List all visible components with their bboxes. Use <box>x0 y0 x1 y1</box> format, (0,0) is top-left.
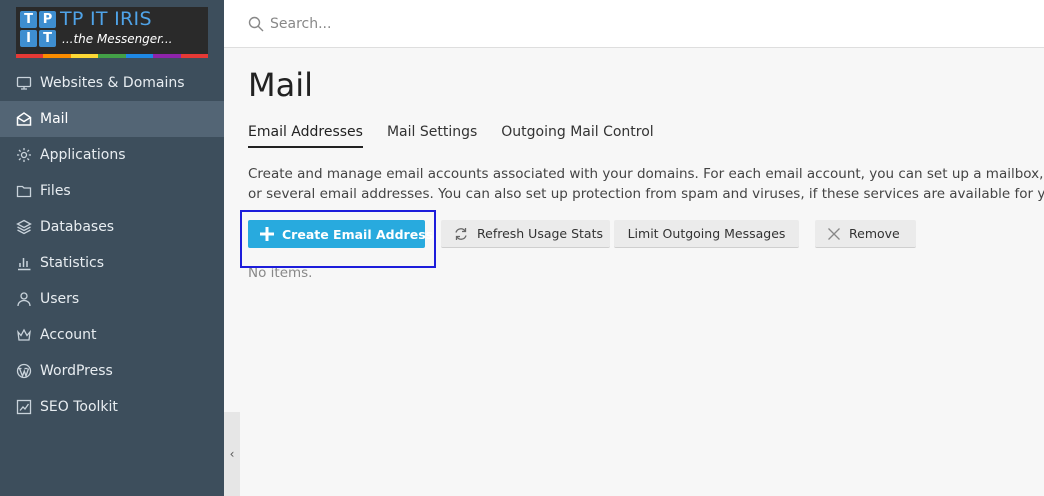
search-input[interactable] <box>270 12 670 36</box>
rainbow-segment <box>16 54 44 58</box>
rainbow-segment <box>70 54 99 58</box>
sidebar-item-websites-domains[interactable]: Websites & Domains <box>0 65 224 101</box>
brand-logo[interactable]: T P I T TP IT IRIS ...the Messenger... <box>16 7 208 58</box>
sidebar-collapse-handle[interactable]: ‹ <box>224 412 240 496</box>
folder-icon <box>16 183 32 199</box>
sidebar-item-seo-toolkit[interactable]: SEO Toolkit <box>0 389 224 425</box>
mail-icon <box>16 111 32 127</box>
rainbow-segment <box>153 54 181 58</box>
layers-icon <box>16 219 32 235</box>
sidebar-item-wordpress[interactable]: WordPress <box>0 353 224 389</box>
button-label: Create Email Address <box>282 226 434 242</box>
search-icon <box>248 16 264 32</box>
sidebar-item-label: Websites & Domains <box>40 75 185 91</box>
tab-bar: Email Addresses Mail Settings Outgoing M… <box>248 124 678 148</box>
rainbow-segment <box>98 54 126 58</box>
logo-rainbow-stripe <box>16 54 208 58</box>
refresh-icon <box>453 226 469 242</box>
rainbow-segment <box>180 54 208 58</box>
description-line: or several email addresses. You can also… <box>248 186 1044 202</box>
sidebar-item-databases[interactable]: Databases <box>0 209 224 245</box>
page-title: Mail <box>248 66 313 104</box>
sidebar-item-applications[interactable]: Applications <box>0 137 224 173</box>
button-label: Limit Outgoing Messages <box>627 226 786 241</box>
crown-icon <box>16 327 32 343</box>
logo-subtitle: ...the Messenger... <box>62 32 173 46</box>
sidebar-item-label: SEO Toolkit <box>40 399 118 415</box>
logo-letter: P <box>39 11 56 28</box>
user-icon <box>16 291 32 307</box>
sidebar: T P I T TP IT IRIS ...the Messenger... W… <box>0 0 224 496</box>
remove-button[interactable]: Remove <box>815 220 916 248</box>
top-header <box>224 0 1044 48</box>
close-icon <box>827 227 841 241</box>
bar-chart-icon <box>16 255 32 271</box>
rainbow-segment <box>43 54 71 58</box>
sidebar-item-account[interactable]: Account <box>0 317 224 353</box>
rainbow-segment <box>125 54 154 58</box>
sidebar-nav: Websites & Domains Mail Applications Fil… <box>0 65 224 425</box>
logo-mark: T P I T <box>20 11 56 47</box>
sidebar-item-label: WordPress <box>40 363 113 379</box>
sidebar-item-files[interactable]: Files <box>0 173 224 209</box>
sidebar-item-users[interactable]: Users <box>0 281 224 317</box>
sidebar-item-label: Mail <box>40 111 69 127</box>
logo-title: TP IT IRIS <box>60 8 152 30</box>
limit-outgoing-messages-button[interactable]: Limit Outgoing Messages <box>614 220 799 248</box>
sidebar-item-statistics[interactable]: Statistics <box>0 245 224 281</box>
tab-outgoing-mail-control[interactable]: Outgoing Mail Control <box>501 124 653 148</box>
button-label: Remove <box>849 226 900 241</box>
logo-letter: T <box>20 11 37 28</box>
description-line: Create and manage email accounts associa… <box>248 166 1044 182</box>
sidebar-item-label: Applications <box>40 147 126 163</box>
monitor-icon <box>16 75 32 91</box>
sidebar-item-label: Databases <box>40 219 115 235</box>
tab-mail-settings[interactable]: Mail Settings <box>387 124 477 148</box>
sidebar-item-label: Files <box>40 183 71 199</box>
logo-letter: T <box>39 30 56 47</box>
toolbar: Create Email Address Refresh Usage Stats… <box>248 220 948 248</box>
sidebar-item-label: Statistics <box>40 255 104 271</box>
chevron-left-icon: ‹ <box>229 447 235 461</box>
seo-chart-icon <box>16 399 32 415</box>
gear-icon <box>16 147 32 163</box>
create-email-address-button[interactable]: Create Email Address <box>248 220 433 248</box>
page-description: Create and manage email accounts associa… <box>248 164 1044 204</box>
plus-icon <box>260 227 274 241</box>
sidebar-item-label: Users <box>40 291 80 307</box>
sidebar-item-mail[interactable]: Mail <box>0 101 224 137</box>
wordpress-icon <box>16 363 32 379</box>
logo-letter: I <box>20 30 37 47</box>
button-label: Refresh Usage Stats <box>477 226 604 241</box>
refresh-usage-stats-button[interactable]: Refresh Usage Stats <box>441 220 610 248</box>
tab-email-addresses[interactable]: Email Addresses <box>248 124 363 148</box>
empty-state-text: No items. <box>248 265 313 281</box>
sidebar-item-label: Account <box>40 327 97 343</box>
